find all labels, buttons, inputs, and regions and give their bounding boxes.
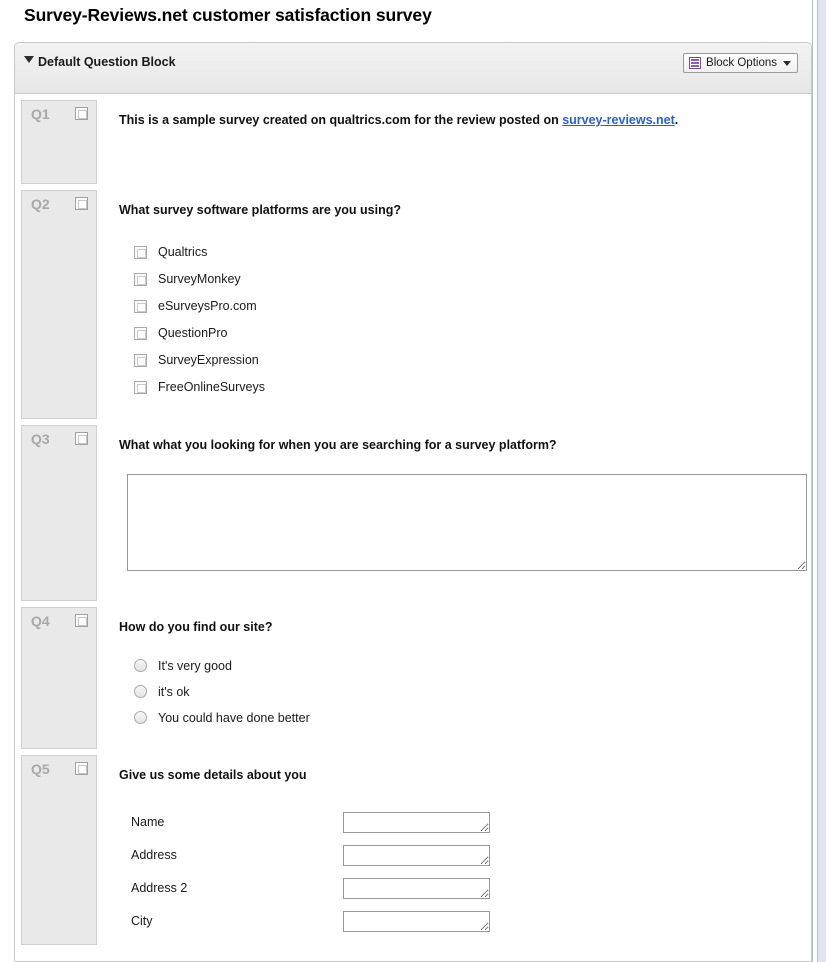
checkbox-icon[interactable] [134, 326, 147, 340]
question-row-q4: Q4 How do you find our site? It's very g… [15, 601, 811, 749]
choice-item[interactable]: eSurveysPro.com [134, 293, 805, 320]
form-field-label: City [131, 914, 153, 929]
page-left-edge [0, 0, 1, 962]
choice-item[interactable]: FreeOnlineSurveys [134, 374, 805, 401]
choice-label: It's very good [158, 658, 232, 673]
block-options-button[interactable]: Block Options [683, 53, 798, 73]
name-field[interactable] [343, 811, 490, 833]
question-tag-q2[interactable]: Q2 [21, 190, 97, 419]
address2-field[interactable] [343, 877, 490, 899]
q1-text-part-1: This is a sample survey created on qualt… [119, 113, 563, 127]
question-tag-q3[interactable]: Q3 [21, 424, 97, 601]
checkbox-icon[interactable] [134, 245, 147, 259]
form-row: City [131, 905, 805, 938]
question-text-q5: Give us some details about you [119, 767, 307, 782]
form-row: Address [131, 839, 805, 872]
question-number-label: Q2 [31, 196, 50, 212]
question-row-q2: Q2 What survey software platforms are yo… [15, 184, 811, 419]
block-options-icon [689, 57, 702, 69]
question-text-q1: This is a sample survey created on qualt… [119, 112, 805, 129]
block-body: Q1 This is a sample survey created on qu… [15, 94, 811, 945]
triangle-down-icon[interactable] [24, 56, 34, 63]
radio-icon[interactable] [134, 659, 147, 673]
choice-label: SurveyMonkey [158, 272, 241, 287]
survey-editor-page: Survey-Reviews.net customer satisfaction… [0, 0, 826, 962]
form-field-label: Address 2 [131, 881, 188, 896]
question-row-q3: Q3 What what you looking for when you ar… [15, 419, 811, 601]
question-row-q1: Q1 This is a sample survey created on qu… [15, 94, 811, 184]
question-select-checkbox[interactable] [75, 197, 88, 210]
form-row: Name [131, 806, 805, 839]
chevron-down-icon [783, 60, 791, 66]
choice-label: QuestionPro [158, 326, 228, 341]
choice-label: SurveyExpression [158, 353, 259, 368]
block-header: Default Question Block Block Options [15, 43, 811, 94]
question-text-q4: How do you find our site? [119, 619, 273, 634]
question-content-q3: What what you looking for when you are s… [97, 424, 807, 601]
question-tag-q5[interactable]: Q5 [21, 754, 97, 945]
page-title: Survey-Reviews.net customer satisfaction… [24, 5, 432, 25]
radio-icon[interactable] [134, 711, 147, 725]
q1-text-part-2: . [674, 113, 679, 127]
question-number-label: Q3 [31, 430, 50, 447]
block-title: Default Question Block [38, 55, 176, 69]
city-field[interactable] [343, 910, 490, 932]
question-text-q2: What survey software platforms are you u… [119, 203, 402, 217]
radio-icon[interactable] [134, 685, 147, 699]
checkbox-icon[interactable] [134, 353, 147, 367]
choice-list-q2: Qualtrics SurveyMonkey eSurveysPro.com Q… [119, 239, 805, 401]
block-options-label: Block Options [706, 57, 777, 69]
question-content-q5: Give us some details about you Name Addr… [97, 754, 805, 945]
checkbox-icon[interactable] [134, 380, 147, 394]
choice-label: FreeOnlineSurveys [158, 380, 265, 395]
question-text-q3: What what you looking for when you are s… [119, 437, 557, 452]
answer-area-q3 [119, 473, 807, 571]
question-content-q1: This is a sample survey created on qualt… [97, 100, 805, 184]
essay-answer-input[interactable] [127, 473, 807, 571]
choice-label: You could have done better [158, 710, 310, 725]
choice-item[interactable]: It's very good [134, 653, 805, 679]
right-side-rail [817, 0, 826, 962]
choice-item[interactable]: SurveyMonkey [134, 266, 805, 293]
address-field[interactable] [343, 844, 490, 866]
choice-item[interactable]: QuestionPro [134, 320, 805, 347]
question-content-q4: How do you find our site? It's very good… [97, 606, 805, 749]
choice-label: eSurveysPro.com [158, 299, 257, 314]
question-select-checkbox[interactable] [75, 761, 88, 775]
form-field-table-q5: Name Address Address 2 City [119, 806, 805, 938]
choice-item[interactable]: SurveyExpression [134, 347, 805, 374]
form-field-label: Address [131, 848, 177, 863]
question-row-q5: Q5 Give us some details about you Name A… [15, 749, 811, 945]
choice-label: it's ok [158, 684, 190, 699]
question-number-label: Q1 [31, 106, 50, 122]
choice-label: Qualtrics [158, 245, 208, 260]
choice-item[interactable]: You could have done better [134, 705, 805, 731]
question-select-checkbox[interactable] [75, 107, 88, 120]
question-block: Default Question Block Block Options Q1 … [14, 42, 812, 962]
survey-reviews-link[interactable]: survey-reviews.net [562, 113, 675, 127]
question-tag-q4[interactable]: Q4 [21, 606, 97, 749]
question-tag-q1[interactable]: Q1 [21, 100, 97, 184]
question-number-label: Q4 [31, 612, 50, 629]
form-row: Address 2 [131, 872, 805, 905]
choice-item[interactable]: Qualtrics [134, 239, 805, 266]
checkbox-icon[interactable] [134, 299, 147, 313]
question-select-checkbox[interactable] [75, 613, 88, 627]
question-number-label: Q5 [31, 760, 50, 777]
checkbox-icon[interactable] [134, 272, 147, 286]
content-right-border [812, 0, 813, 962]
question-content-q2: What survey software platforms are you u… [97, 190, 805, 419]
choice-list-q4: It's very good it's ok You could have do… [119, 653, 805, 731]
question-select-checkbox[interactable] [75, 431, 88, 445]
choice-item[interactable]: it's ok [134, 679, 805, 705]
form-field-label: Name [131, 815, 165, 830]
